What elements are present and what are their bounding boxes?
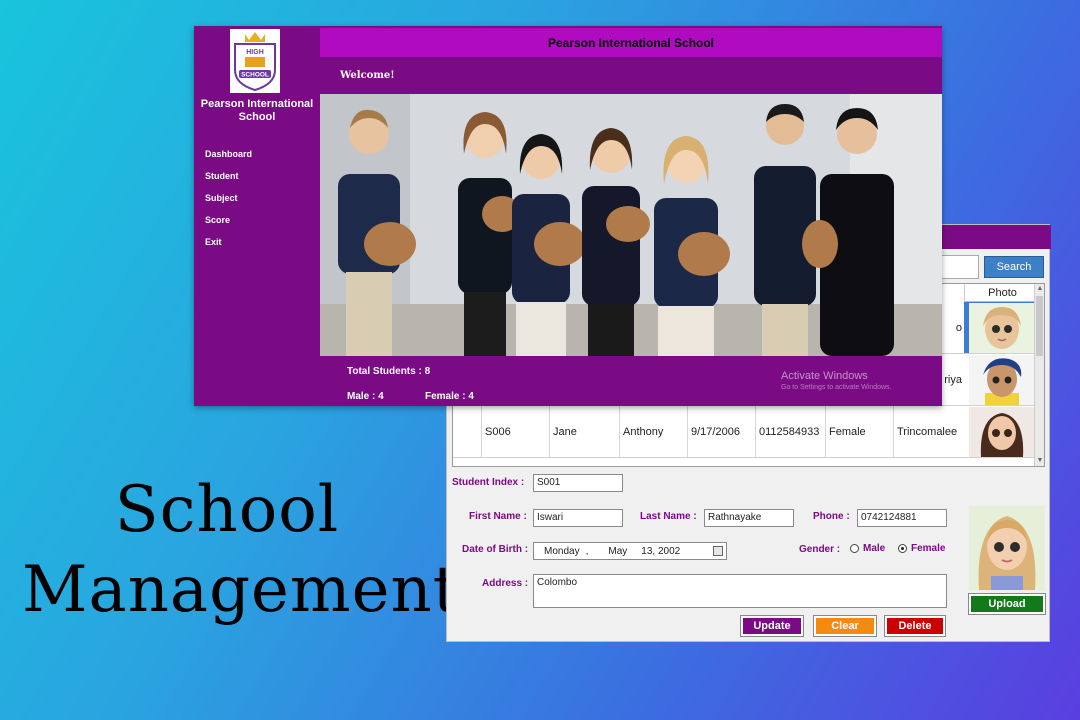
scroll-down-icon[interactable]: ▼ [1035,456,1044,466]
dob-day: Monday [544,545,580,557]
nav-student[interactable]: Student [205,171,239,181]
grid-cell-phone: 0112584933 [755,406,825,457]
logo-text-bottom: SCHOOL [241,72,269,79]
grid-cell-address: Trincomalee [893,406,964,457]
sidebar-school-name-line2: School [238,111,276,123]
search-button[interactable]: Search [984,256,1044,278]
dob-picker[interactable]: Monday , May 13, 2002 [533,542,727,560]
address-label: Address : [482,578,529,589]
grid-header-photo: Photo [964,284,1040,302]
upload-button[interactable]: Upload [968,593,1046,615]
banner-line-1: School [114,473,340,547]
address-field[interactable]: Colombo [533,574,947,608]
first-name-field[interactable]: Iswari [533,509,623,527]
gender-male-label: Male [863,543,886,554]
first-name-label: First Name : [469,511,527,522]
grid-cell-last-name: Anthony [619,406,687,457]
phone-field[interactable]: 0742124881 [857,509,947,527]
nav-dashboard[interactable]: Dashboard [205,149,252,159]
school-logo: HIGH SCHOOL [230,29,280,93]
student-photo-preview [969,506,1045,590]
nav-score[interactable]: Score [205,215,230,225]
student-avatar-icon [969,302,1035,353]
gender-male-radio[interactable] [850,544,859,553]
student-index-field[interactable]: S001 [533,474,623,492]
student-index-label: Student Index : [452,477,525,488]
student-avatar-icon [969,354,1035,405]
students-photo [320,94,942,356]
table-row[interactable]: S006 Jane Anthony 9/17/2006 0112584933 F… [453,406,1040,458]
total-students-stat: Total Students : 8 [347,366,431,377]
dob-date: 13, 2002 [641,545,681,557]
grid-cell-dob: 9/17/2006 [687,406,755,457]
nav-exit[interactable]: Exit [205,237,222,247]
grid-cell-gender: Female [825,406,893,457]
banner-title: School Management [22,470,460,630]
school-crest-icon: HIGH SCHOOL [234,32,276,92]
male-count-stat: Male : 4 [347,391,384,402]
grid-photo-cell [964,354,1040,405]
nav-subject[interactable]: Subject [205,193,238,203]
dob-sep: , [585,545,589,557]
grid-photo-cell [964,406,1040,457]
banner-line-2: Management [22,553,460,627]
gender-female-radio[interactable] [898,544,907,553]
calendar-icon[interactable] [713,546,723,556]
clear-button[interactable]: Clear [813,615,877,637]
dob-label: Date of Birth : [462,544,529,555]
last-name-label: Last Name : [640,511,697,522]
female-count-stat: Female : 4 [425,391,474,402]
gender-female-label: Female [911,543,946,554]
grid-photo-cell [964,302,1040,353]
welcome-text: Welcome! [340,70,395,81]
student-avatar-icon [969,506,1045,590]
last-name-field[interactable]: Rathnayake [704,509,794,527]
dashboard-window: HIGH SCHOOL Pearson International School… [194,26,942,406]
phone-label: Phone : [813,511,850,522]
form-title-bar [937,225,1051,249]
update-button[interactable]: Update [740,615,804,637]
grid-cell-first-name: Jane [549,406,619,457]
student-avatar-icon [969,406,1035,457]
sidebar-school-name: Pearson International School [194,98,320,124]
activate-windows-title: Activate Windows [781,370,868,382]
grid-cell-id: S006 [481,406,549,457]
sidebar: HIGH SCHOOL Pearson International School… [194,26,320,406]
search-input[interactable] [939,255,979,279]
delete-button[interactable]: Delete [884,615,946,637]
dob-month: May [608,545,628,557]
sidebar-school-name-line1: Pearson International [200,98,314,110]
scroll-up-icon[interactable]: ▲ [1035,284,1044,294]
dashboard-header: Pearson International School [320,28,942,57]
activate-windows-subtitle: Go to Settings to activate Windows. [781,384,892,391]
logo-text-top: HIGH [246,49,264,56]
students-group-image [320,94,942,356]
gender-label: Gender : [799,544,841,555]
grid-scrollbar[interactable]: ▲ ▼ [1034,284,1044,466]
scroll-thumb[interactable] [1036,296,1043,356]
